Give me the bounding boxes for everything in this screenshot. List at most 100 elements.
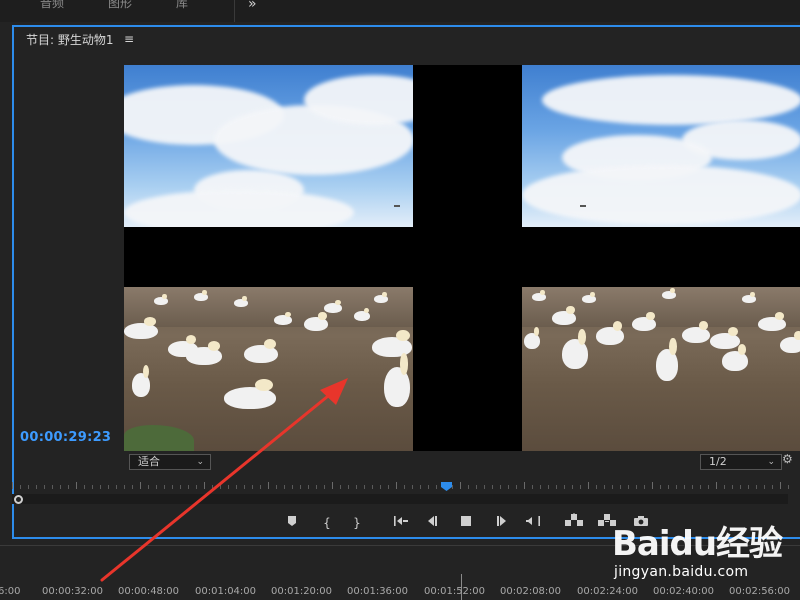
step-back-icon[interactable] [422, 512, 444, 534]
more-workspaces-icon[interactable]: » [248, 0, 256, 12]
panel-title[interactable]: 节目: 野生动物1 [26, 31, 114, 48]
ruler-tick [100, 485, 101, 489]
ruler-tick [60, 485, 61, 489]
ruler-tick [604, 485, 605, 489]
ruler-tick [644, 485, 645, 489]
ruler-tick [148, 485, 149, 489]
ruler-tick [188, 485, 189, 489]
ruler-tick [164, 485, 165, 489]
ruler-tick [700, 485, 701, 489]
ruler-tick [724, 485, 725, 489]
ruler-tick [492, 485, 493, 489]
zoom-level-value: 适合 [138, 455, 160, 468]
playhead-timecode[interactable]: 00:00:29:23 [20, 430, 111, 445]
mark-out-icon[interactable]: } [346, 512, 368, 534]
ruler-tick [692, 485, 693, 489]
panel-menu-icon[interactable]: ≡ [124, 32, 134, 46]
workspace-tab-graphics[interactable]: 图形 [108, 0, 132, 11]
timeline-ruler[interactable]: 6:00 00:00:32:00 00:00:48:00 00:01:04:00… [0, 586, 800, 600]
timeline-ruler-label: 00:02:40:00 [653, 586, 715, 597]
ruler-tick [708, 485, 709, 489]
ruler-tick [268, 482, 269, 489]
ruler-tick [228, 485, 229, 489]
ruler-tick [356, 485, 357, 489]
ruler-tick [396, 482, 397, 489]
ruler-tick [460, 482, 461, 489]
ruler-tick [516, 485, 517, 489]
baidu-watermark: Baidu经验 jingyan.baidu.com [612, 516, 792, 586]
ruler-tick [324, 485, 325, 489]
ruler-tick [484, 485, 485, 489]
ruler-tick [588, 482, 589, 489]
ruler-tick [260, 485, 261, 489]
lift-icon[interactable] [563, 512, 585, 534]
workspace-tab-audio[interactable]: 音频 [40, 0, 64, 11]
zoom-scrollbar-handle[interactable] [14, 495, 23, 504]
ruler-tick [540, 485, 541, 489]
ruler-tick [364, 485, 365, 489]
workspace-tab-libraries[interactable]: 库 [176, 0, 188, 11]
timeline-ruler-label: 00:01:20:00 [271, 586, 333, 597]
ruler-tick [772, 485, 773, 489]
ruler-tick [332, 482, 333, 489]
ruler-tick [676, 485, 677, 489]
ruler-tick [596, 485, 597, 489]
clip-sky-right [522, 65, 800, 227]
go-to-out-icon[interactable] [522, 512, 544, 534]
ruler-tick [380, 485, 381, 489]
timeline-ruler-label: 00:00:32:00 [42, 586, 104, 597]
ruler-tick [116, 485, 117, 489]
playback-resolution-value: 1/2 [709, 455, 727, 468]
timeline-ruler-label: 00:02:24:00 [577, 586, 639, 597]
mark-in-icon[interactable]: { [316, 512, 338, 534]
ruler-tick [300, 485, 301, 489]
step-forward-icon[interactable] [490, 512, 512, 534]
ruler-tick [220, 485, 221, 489]
ruler-tick [532, 485, 533, 489]
ruler-tick [668, 485, 669, 489]
ruler-tick [308, 485, 309, 489]
ruler-tick [716, 482, 717, 489]
add-marker-icon[interactable] [281, 512, 303, 534]
premiere-window: 音频 图形 库 » 节目: 野生动物1 ≡ 00:00:29:23 适合 ⌄ 1… [0, 0, 800, 600]
ruler-tick [180, 485, 181, 489]
ruler-tick [468, 485, 469, 489]
ruler-tick [660, 485, 661, 489]
ruler-tick [44, 485, 45, 489]
chevron-down-icon: ⌄ [196, 457, 204, 467]
ruler-tick [684, 485, 685, 489]
ruler-tick [412, 485, 413, 489]
clip-sky-left [124, 65, 413, 227]
monitor-time-ruler[interactable] [12, 481, 789, 493]
ruler-tick [172, 485, 173, 489]
timeline-ruler-label: 00:02:08:00 [500, 586, 562, 597]
ruler-tick [76, 482, 77, 489]
go-to-in-icon[interactable] [390, 512, 412, 534]
ruler-tick [84, 485, 85, 489]
stop-icon[interactable] [455, 512, 477, 534]
program-video-canvas[interactable] [124, 65, 800, 451]
ruler-tick [580, 485, 581, 489]
ruler-tick [508, 485, 509, 489]
ruler-tick [756, 485, 757, 489]
ruler-tick [372, 485, 373, 489]
ruler-tick [316, 485, 317, 489]
ruler-tick [348, 485, 349, 489]
wrench-icon[interactable]: ⚙ [782, 452, 793, 466]
ruler-tick [524, 482, 525, 489]
ruler-tick [52, 485, 53, 489]
ruler-tick [748, 485, 749, 489]
timeline-ruler-label: 00:02:56:00 [729, 586, 791, 597]
ruler-tick [252, 485, 253, 489]
ruler-tick [572, 485, 573, 489]
ruler-tick [276, 485, 277, 489]
ruler-tick [28, 485, 29, 489]
ruler-tick [636, 485, 637, 489]
zoom-scrollbar[interactable] [12, 494, 788, 504]
workspace-bar: 音频 图形 库 » [0, 0, 800, 22]
ruler-tick [428, 485, 429, 489]
zoom-level-select[interactable]: 适合 ⌄ [129, 454, 211, 470]
ruler-tick [628, 485, 629, 489]
playback-resolution-select[interactable]: 1/2 ⌄ [700, 454, 782, 470]
ruler-tick [732, 485, 733, 489]
